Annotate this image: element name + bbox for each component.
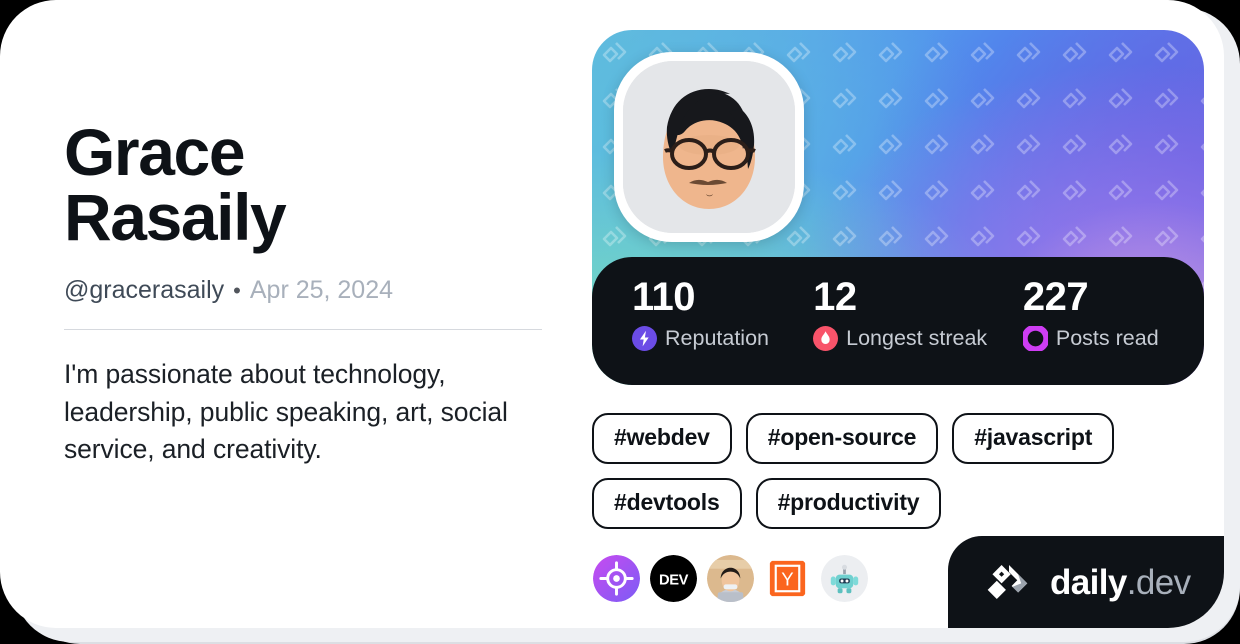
stat-label-row: Longest streak (813, 325, 1023, 351)
posts-read-ring-icon (1021, 324, 1050, 353)
daily-dev-badge: daily.dev (948, 536, 1224, 628)
target-source-icon[interactable] (593, 555, 640, 602)
tag-item[interactable]: #javascript (952, 413, 1115, 464)
avatar-image (623, 61, 795, 233)
tag-item[interactable]: #open-source (745, 413, 939, 464)
ycombinator-source-icon[interactable]: Y (764, 555, 811, 602)
stat-value: 12 (813, 275, 857, 319)
cover-image: 110 Reputation 12 Longest streak 227 Pos… (592, 30, 1204, 385)
stat-longest-streak: 12 Longest streak (813, 275, 1023, 385)
tag-item[interactable]: #devtools (592, 478, 742, 529)
brand-word-secondary: .dev (1126, 562, 1191, 602)
stat-value: 227 (1022, 275, 1089, 319)
page-title: Grace Rasaily (64, 115, 287, 255)
stat-label: Longest streak (846, 325, 988, 350)
svg-text:Y: Y (781, 568, 793, 589)
stats-bar: 110 Reputation 12 Longest streak 227 Pos… (592, 257, 1204, 385)
person-avatar-source-icon[interactable] (707, 555, 754, 602)
profile-bio: I'm passionate about technology, leaders… (64, 359, 508, 465)
tag-item[interactable]: #webdev (592, 413, 732, 464)
devto-source-icon[interactable]: DEV (650, 555, 697, 602)
joined-date: Apr 25, 2024 (249, 275, 394, 304)
reputation-bolt-icon (632, 325, 657, 351)
stat-label: Posts read (1055, 325, 1159, 350)
robot-emoji-source-icon[interactable] (821, 555, 868, 602)
svg-text:DEV: DEV (659, 572, 689, 588)
meta-separator: • (233, 277, 241, 303)
profile-handle: @gracerasaily (64, 275, 225, 304)
profile-info-column: Grace Rasaily @gracerasaily • Apr 25, 20… (64, 115, 544, 469)
profile-meta: @gracerasaily • Apr 25, 2024 (64, 275, 544, 305)
brand-word-primary: daily (1050, 562, 1127, 602)
tag-list: #webdev #open-source #javascript #devtoo… (592, 413, 1152, 529)
brand-wordmark: daily.dev (1050, 565, 1191, 600)
stat-value: 110 (632, 275, 696, 319)
stat-reputation: 110 Reputation (632, 275, 813, 385)
profile-card: Grace Rasaily @gracerasaily • Apr 25, 20… (0, 0, 1224, 628)
avatar[interactable] (614, 52, 804, 242)
daily-dev-logo-icon (982, 562, 1036, 602)
profile-media-column: 110 Reputation 12 Longest streak 227 Pos… (592, 30, 1204, 602)
stat-label: Reputation (665, 325, 769, 350)
divider (64, 329, 542, 331)
stat-label-row: Posts read (1021, 324, 1204, 353)
card-stack: Grace Rasaily @gracerasaily • Apr 25, 20… (0, 0, 1240, 644)
tag-item[interactable]: #productivity (755, 478, 942, 529)
stat-posts-read: 227 Posts read (1021, 275, 1204, 385)
stat-label-row: Reputation (632, 325, 813, 351)
streak-flame-icon (813, 325, 839, 351)
